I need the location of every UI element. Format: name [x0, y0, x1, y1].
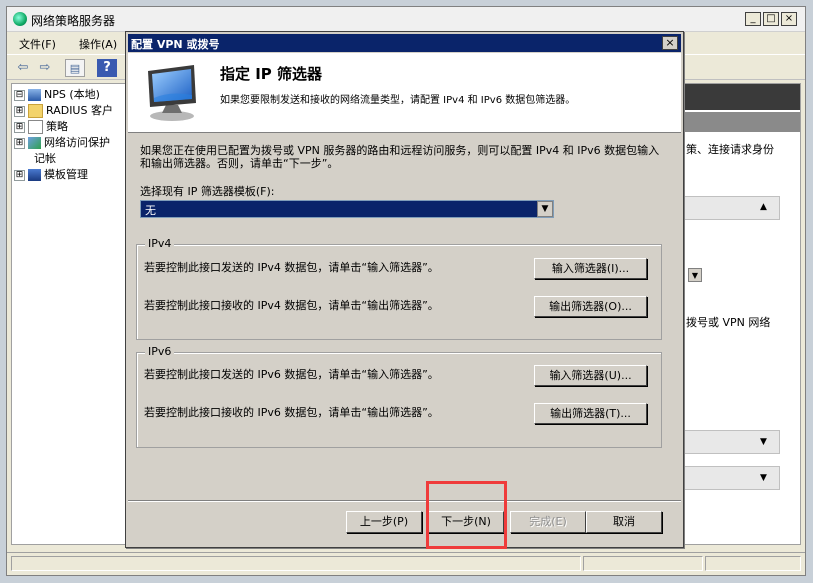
ipv4-input-filter-button[interactable]: 输入筛选器(I)... [534, 258, 647, 279]
expand-icon[interactable]: ⊞ [14, 137, 25, 149]
back-arrow-icon[interactable]: ⇦ [13, 59, 33, 77]
template-label: 选择现有 IP 筛选器模板(F): [140, 185, 275, 198]
main-window-title: 网络策略服务器 [31, 14, 116, 28]
tree-item-policies[interactable]: ⊞ 策略 [14, 118, 68, 134]
nap-icon [28, 137, 41, 149]
cancel-button[interactable]: 取消 [586, 511, 662, 533]
menu-file[interactable]: 文件(F) [19, 36, 56, 52]
dialog-subheading: 如果您要限制发送和接收的网络流量类型，请配置 IPv4 和 IPv6 数据包筛选… [220, 95, 576, 106]
expand-icon[interactable]: ⊞ [14, 121, 25, 133]
tree-item-radius[interactable]: ⊞ RADIUS 客户 [14, 102, 113, 118]
dialog-header: 指定 IP 筛选器 如果您要限制发送和接收的网络流量类型，请配置 IPv4 和 … [128, 53, 681, 133]
ipv4-group: IPv4 若要控制此接口发送的 IPv4 数据包，请单击“输入筛选器”。 输入筛… [136, 237, 662, 340]
back-button[interactable]: 上一步(P) [346, 511, 422, 533]
ipv6-input-filter-button[interactable]: 输入筛选器(U)... [534, 365, 647, 386]
dialog-title-bar[interactable]: 配置 VPN 或拨号 × [128, 34, 681, 52]
close-button[interactable]: × [781, 12, 797, 26]
status-bar [7, 552, 805, 574]
policy-icon [28, 120, 43, 134]
details-subheader [684, 112, 800, 132]
dropdown-arrow-icon[interactable]: ▼ [688, 268, 702, 282]
finish-button: 完成(E) [510, 511, 586, 533]
details-text-2: 拨号或 VPN 网络 [686, 316, 771, 329]
collapse-icon[interactable]: ⊟ [14, 89, 25, 101]
intro-text-line-2: 和输出筛选器。否则，请单击“下一步”。 [140, 157, 339, 170]
expand-icon[interactable]: ⊞ [14, 105, 25, 117]
tree-item-nps[interactable]: ⊟ NPS (本地) [14, 86, 100, 102]
ipv4-output-description: 若要控制此接口接收的 IPv4 数据包，请单击“输出筛选器”。 [144, 299, 439, 312]
collapse-up-icon[interactable]: ▲ [760, 202, 767, 212]
nps-app-icon [13, 12, 27, 26]
ipv6-output-description: 若要控制此接口接收的 IPv6 数据包，请单击“输出筛选器”。 [144, 406, 439, 419]
console-tree: ⊟ NPS (本地) ⊞ RADIUS 客户 ⊞ 策略 ⊞ 网络访问保护 记帐 ⊞ 模板管… [11, 83, 129, 545]
minimize-button[interactable]: _ [745, 12, 761, 26]
tree-item-accounting[interactable]: 记帐 [34, 150, 56, 166]
status-segment [705, 556, 801, 571]
details-pane: 策、连接请求身份 ▲ ▼ 拨号或 VPN 网络 ▼ ▼ [683, 83, 801, 545]
dialog-heading: 指定 IP 筛选器 [220, 65, 323, 83]
tree-item-templates[interactable]: ⊞ 模板管理 [14, 166, 88, 182]
folder-icon [28, 104, 43, 118]
forward-arrow-icon[interactable]: ⇨ [35, 59, 55, 77]
ipv6-group: IPv6 若要控制此接口发送的 IPv6 数据包，请单击“输入筛选器”。 输入筛… [136, 345, 662, 448]
menu-action[interactable]: 操作(A) [79, 36, 117, 52]
expand-icon[interactable]: ⊞ [14, 169, 25, 181]
template-select[interactable]: 无 ▼ [140, 200, 554, 218]
ipv4-input-description: 若要控制此接口发送的 IPv4 数据包，请单击“输入筛选器”。 [144, 261, 439, 274]
template-icon [28, 169, 41, 181]
maximize-button[interactable]: □ [763, 12, 779, 26]
ipv6-legend: IPv6 [145, 345, 175, 358]
nps-server-icon [28, 89, 41, 101]
help-icon[interactable]: ? [97, 59, 117, 77]
ipv4-legend: IPv4 [145, 237, 175, 250]
vpn-dialup-dialog: 配置 VPN 或拨号 × 指定 IP 筛选器 如果您要限制发送和接收的网络流量类… [125, 31, 684, 548]
status-segment [583, 556, 703, 571]
details-text-1: 策、连接请求身份 [686, 143, 774, 156]
console-tree-icon[interactable]: ▤ [65, 59, 85, 77]
tree-item-nap[interactable]: ⊞ 网络访问保护 [14, 134, 110, 150]
status-segment [11, 556, 581, 571]
template-selected-value: 无 [145, 204, 156, 217]
main-title-bar[interactable]: 网络策略服务器 _ □ × [7, 7, 805, 32]
dialog-close-button[interactable]: × [662, 36, 678, 50]
dialog-title: 配置 VPN 或拨号 [131, 38, 220, 51]
ipv6-input-description: 若要控制此接口发送的 IPv6 数据包，请单击“输入筛选器”。 [144, 368, 439, 381]
ipv6-output-filter-button[interactable]: 输出筛选器(T)... [534, 403, 647, 424]
ipv4-output-filter-button[interactable]: 输出筛选器(O)... [534, 296, 647, 317]
dropdown-arrow-icon[interactable]: ▼ [537, 201, 553, 217]
expand-down-icon[interactable]: ▼ [760, 437, 767, 447]
expand-down-icon[interactable]: ▼ [760, 473, 767, 483]
monitor-icon [148, 65, 196, 121]
dialog-separator [128, 500, 681, 502]
next-button-highlight [426, 481, 507, 549]
details-header [684, 84, 800, 110]
